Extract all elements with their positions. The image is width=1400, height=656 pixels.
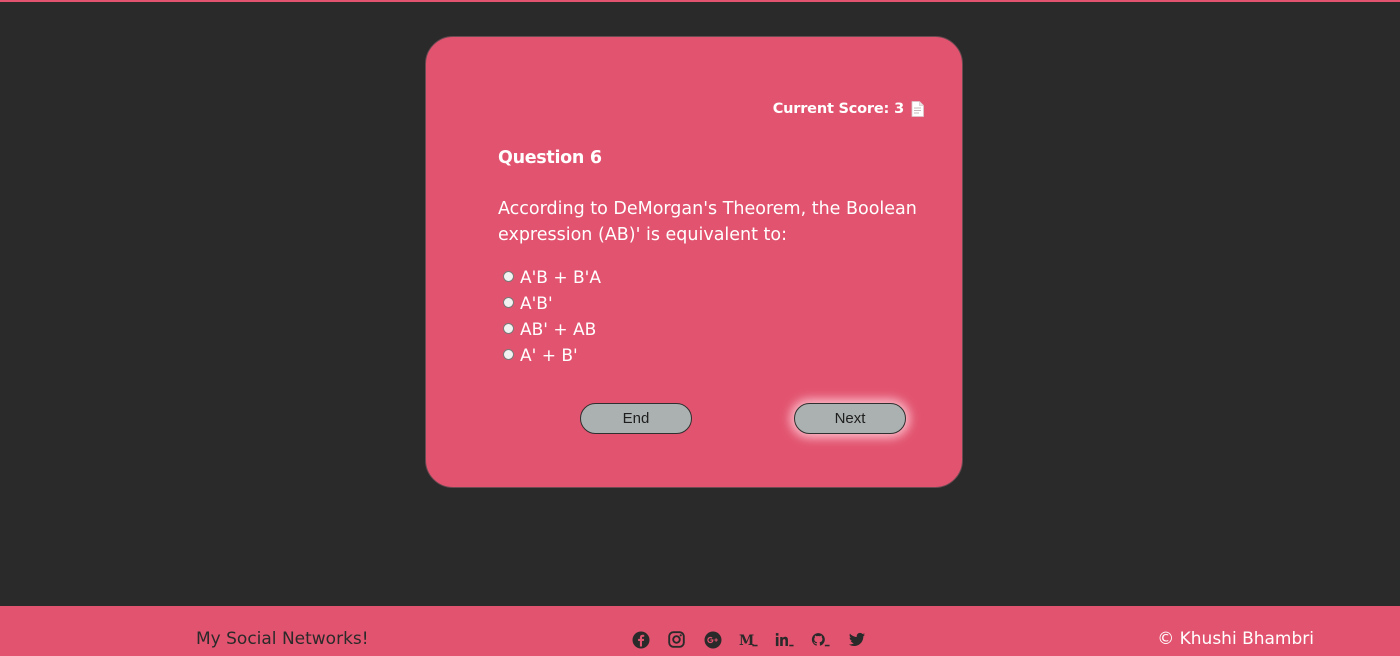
- answer-option-4[interactable]: A' + B': [503, 343, 601, 369]
- radio-button[interactable]: [503, 349, 514, 360]
- answer-option-label: A' + B': [520, 346, 578, 366]
- score-value: 3: [894, 101, 904, 117]
- radio-button[interactable]: [503, 323, 514, 334]
- github-icon[interactable]: [811, 630, 830, 649]
- facebook-icon[interactable]: [631, 630, 650, 649]
- answer-option-2[interactable]: A'B': [503, 291, 601, 317]
- end-button[interactable]: End: [580, 403, 692, 434]
- document-icon: [911, 101, 924, 117]
- radio-button[interactable]: [503, 297, 514, 308]
- score-label: Current Score:: [772, 101, 890, 117]
- twitter-icon[interactable]: [847, 630, 866, 649]
- answer-option-label: A'B': [520, 294, 553, 314]
- medium-icon[interactable]: M: [739, 630, 758, 649]
- question-title: Question 6: [498, 148, 602, 168]
- answer-option-label: A'B + B'A: [520, 268, 601, 288]
- next-button[interactable]: Next: [794, 403, 906, 434]
- score-display: Current Score: 3: [773, 101, 924, 117]
- radio-button[interactable]: [503, 271, 514, 282]
- question-text: According to DeMorgan's Theorem, the Boo…: [498, 199, 917, 245]
- footer: My Social Networks! M © Khushi Bhambri: [0, 606, 1400, 656]
- instagram-icon[interactable]: [667, 630, 686, 649]
- svg-text:M: M: [739, 633, 754, 649]
- social-networks-heading: My Social Networks!: [196, 629, 369, 649]
- answer-option-label: AB' + AB: [520, 320, 597, 340]
- top-accent-line: [0, 0, 1400, 2]
- quiz-card: Current Score: 3 Question 6 According to…: [425, 36, 963, 488]
- social-links: M: [631, 630, 866, 649]
- linkedin-icon[interactable]: [775, 630, 794, 649]
- copyright-text: © Khushi Bhambri: [1157, 629, 1314, 649]
- google-plus-icon[interactable]: [703, 630, 722, 649]
- answer-option-3[interactable]: AB' + AB: [503, 317, 601, 343]
- answer-option-1[interactable]: A'B + B'A: [503, 265, 601, 291]
- answer-options: A'B + B'A A'B' AB' + AB A' + B': [503, 265, 601, 369]
